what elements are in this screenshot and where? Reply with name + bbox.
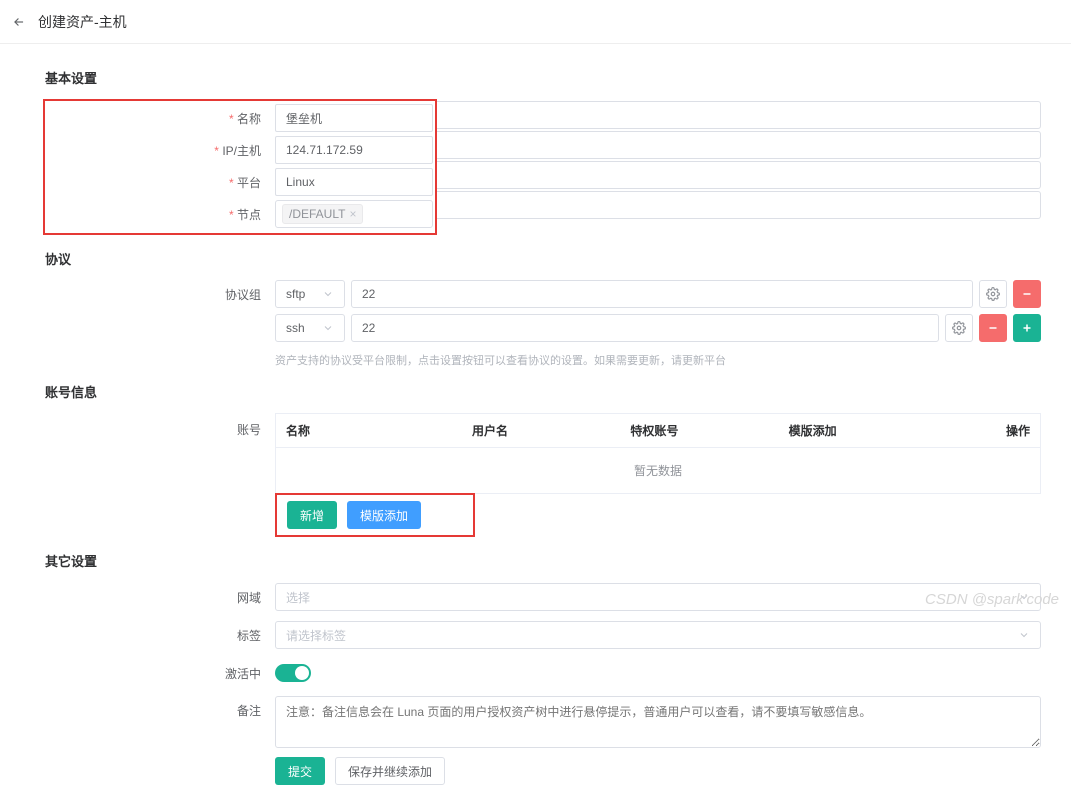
- name-input[interactable]: [275, 104, 433, 132]
- col-tmpl: 模版添加: [779, 414, 937, 447]
- section-other-title: 其它设置: [45, 551, 1041, 570]
- node-label: 节点: [45, 206, 275, 223]
- active-toggle[interactable]: [275, 664, 311, 682]
- domain-select[interactable]: 选择: [275, 583, 1041, 611]
- tags-select[interactable]: 请选择标签: [275, 621, 1041, 649]
- protocol-port-0[interactable]: [351, 280, 973, 308]
- protocol-settings-0[interactable]: [979, 280, 1007, 308]
- protocol-settings-1[interactable]: [945, 314, 973, 342]
- back-button[interactable]: [10, 13, 28, 31]
- platform-label: 平台: [45, 174, 275, 191]
- page-title: 创建资产-主机: [38, 12, 127, 32]
- minus-icon: [1021, 288, 1033, 300]
- name-label: 名称: [45, 110, 275, 127]
- domain-placeholder: 选择: [286, 589, 310, 606]
- plus-icon: [1021, 322, 1033, 334]
- ip-input[interactable]: [275, 136, 433, 164]
- table-empty: 暂无数据: [276, 448, 1040, 493]
- protocol-select-1[interactable]: ssh: [275, 314, 345, 342]
- col-name: 名称: [276, 414, 462, 447]
- node-tag-label: /DEFAULT: [289, 207, 345, 221]
- chevron-down-icon: [1018, 629, 1030, 641]
- protocol-remove-0[interactable]: [1013, 280, 1041, 308]
- ip-label: IP/主机: [45, 142, 275, 159]
- remark-textarea[interactable]: [275, 696, 1041, 748]
- gear-icon: [952, 321, 966, 335]
- col-op: 操作: [937, 414, 1040, 447]
- node-tag-input[interactable]: /DEFAULT ×: [275, 200, 433, 228]
- account-add-button[interactable]: 新增: [287, 501, 337, 529]
- protocol-add[interactable]: [1013, 314, 1041, 342]
- section-basic-title: 基本设置: [45, 68, 1041, 87]
- remark-label: 备注: [45, 696, 275, 719]
- section-account-title: 账号信息: [45, 382, 1041, 401]
- submit-button[interactable]: 提交: [275, 757, 325, 785]
- chevron-down-icon: [1018, 591, 1030, 603]
- account-label: 账号: [45, 413, 275, 438]
- protocol-select-0-value: sftp: [286, 287, 305, 301]
- section-protocol-title: 协议: [45, 249, 1041, 268]
- account-highlight-box: 新增 模版添加: [275, 493, 475, 537]
- tags-placeholder: 请选择标签: [286, 627, 346, 644]
- chevron-down-icon: [322, 288, 334, 300]
- node-tag: /DEFAULT ×: [282, 204, 363, 224]
- protocol-hint: 资产支持的协议受平台限制，点击设置按钮可以查看协议的设置。如果需要更新，请更新平…: [275, 352, 1041, 368]
- minus-icon: [987, 322, 999, 334]
- active-label: 激活中: [45, 665, 275, 682]
- protocol-port-1[interactable]: [351, 314, 939, 342]
- chevron-down-icon: [322, 322, 334, 334]
- basic-highlight-box: 名称 IP/主机 平台 节点 /DEFAULT ×: [43, 99, 437, 235]
- protocol-remove-1[interactable]: [979, 314, 1007, 342]
- table-header: 名称 用户名 特权账号 模版添加 操作: [276, 414, 1040, 448]
- gear-icon: [986, 287, 1000, 301]
- account-template-button[interactable]: 模版添加: [347, 501, 421, 529]
- domain-label: 网域: [45, 589, 275, 606]
- save-continue-button[interactable]: 保存并继续添加: [335, 757, 445, 785]
- account-table: 名称 用户名 特权账号 模版添加 操作 暂无数据: [275, 413, 1041, 494]
- protocol-select-1-value: ssh: [286, 321, 305, 335]
- node-tag-remove-icon[interactable]: ×: [349, 207, 356, 221]
- tags-label: 标签: [45, 627, 275, 644]
- protocol-select-0[interactable]: sftp: [275, 280, 345, 308]
- protocol-group-label: 协议组: [45, 280, 275, 303]
- platform-input[interactable]: [275, 168, 433, 196]
- col-priv: 特权账号: [620, 414, 778, 447]
- col-user: 用户名: [462, 414, 620, 447]
